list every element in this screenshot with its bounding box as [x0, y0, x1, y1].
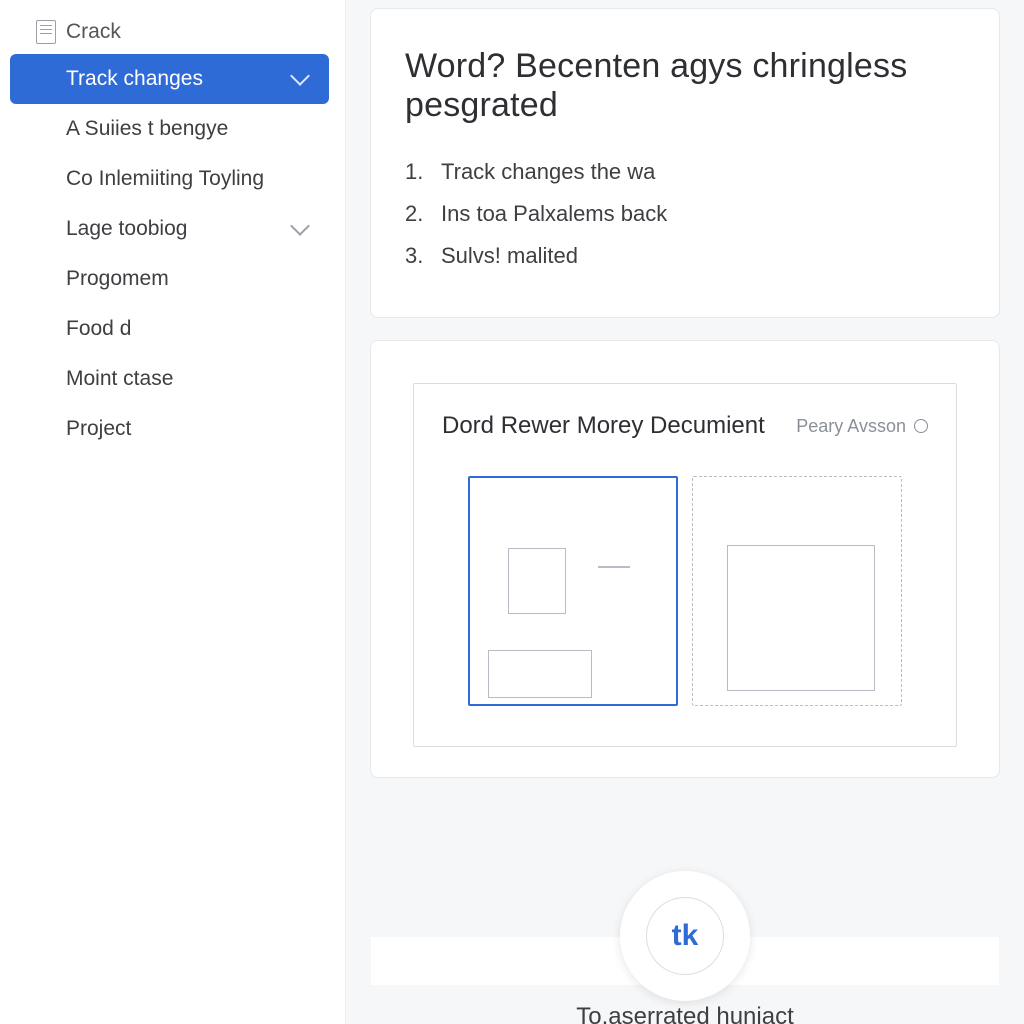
sidebar-item-label: Co Inlemiiting Toyling: [66, 167, 264, 191]
sidebar-item-6[interactable]: Moint ctase: [10, 354, 329, 404]
article-step: Ins toa Palxalems back: [405, 193, 965, 235]
sidebar-item-label: Project: [66, 417, 131, 441]
article-card: Word? Becenten agys chringless pesgrated…: [370, 8, 1000, 318]
document-compare-panes: [442, 476, 928, 706]
sidebar-item-label: Food d: [66, 317, 131, 341]
document-header: Dord Rewer Morey Decumient Peary Avsson: [442, 412, 928, 440]
content-block-icon: [727, 545, 875, 691]
prompt-overlay: tk To.aserrated hunjact Cide . No dig to…: [371, 937, 999, 985]
sidebar-item-label: Lage toobiog: [66, 217, 187, 241]
sidebar-item-4[interactable]: Progomem: [10, 254, 329, 304]
sidebar-header[interactable]: Crack: [10, 14, 329, 54]
chevron-down-icon: [290, 66, 310, 86]
sidebar-item-label: Track changes: [66, 67, 203, 91]
avatar-icon: [914, 419, 928, 433]
dash-icon: [598, 566, 630, 568]
sidebar-item-5[interactable]: Food d: [10, 304, 329, 354]
compare-pane-previous[interactable]: [692, 476, 902, 706]
overlay-badge: tk: [620, 871, 750, 1001]
chevron-down-icon: [290, 216, 310, 236]
article-steps: Track changes the wa Ins toa Palxalems b…: [405, 151, 965, 277]
main-content: Word? Becenten agys chringless pesgrated…: [346, 0, 1024, 1024]
document-title: Dord Rewer Morey Decumient: [442, 412, 765, 440]
badge-text: tk: [646, 897, 724, 975]
article-step-text: Track changes the wa: [441, 159, 655, 185]
sidebar-item-track-changes[interactable]: Track changes: [10, 54, 329, 104]
article-step: Track changes the wa: [405, 151, 965, 193]
sidebar: Crack Track changes A Suiies t bengye Co…: [0, 0, 346, 1024]
document-icon: [36, 20, 56, 44]
sidebar-item-7[interactable]: Project: [10, 404, 329, 454]
sidebar-header-label: Crack: [66, 20, 121, 44]
document-preview-card: Dord Rewer Morey Decumient Peary Avsson: [370, 340, 1000, 778]
content-block-icon: [488, 650, 592, 698]
document-frame: Dord Rewer Morey Decumient Peary Avsson: [413, 383, 957, 747]
sidebar-item-1[interactable]: A Suiies t bengye: [10, 104, 329, 154]
document-author-name: Peary Avsson: [796, 416, 906, 437]
article-step-text: Sulvs! malited: [441, 243, 578, 269]
compare-pane-current[interactable]: [468, 476, 678, 706]
article-step: Sulvs! malited: [405, 235, 965, 277]
document-author: Peary Avsson: [796, 416, 928, 437]
overlay-title: To.aserrated hunjact: [371, 1003, 999, 1024]
article-step-text: Ins toa Palxalems back: [441, 201, 667, 227]
content-block-icon: [508, 548, 566, 614]
sidebar-item-label: A Suiies t bengye: [66, 117, 228, 141]
sidebar-item-label: Progomem: [66, 267, 169, 291]
sidebar-item-3[interactable]: Lage toobiog: [10, 204, 329, 254]
sidebar-item-2[interactable]: Co Inlemiiting Toyling: [10, 154, 329, 204]
article-heading: Word? Becenten agys chringless pesgrated: [405, 47, 965, 125]
sidebar-item-label: Moint ctase: [66, 367, 173, 391]
